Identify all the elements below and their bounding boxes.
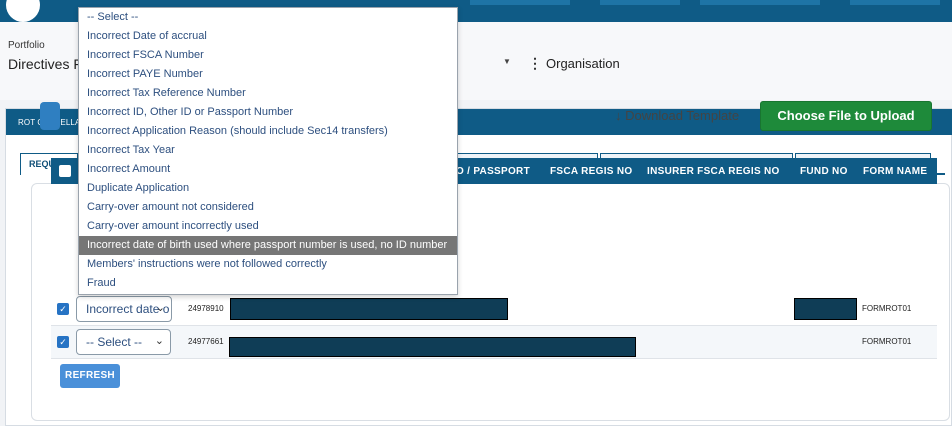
dropdown-option[interactable]: Incorrect PAYE Number [79,65,457,84]
reason-select-value: -- Select -- [86,335,143,349]
choose-file-upload-button[interactable]: Choose File to Upload [760,101,932,131]
download-template-link[interactable]: ↓ Download Template [615,108,739,123]
dropdown-option[interactable]: Incorrect Amount [79,160,457,179]
redacted-block [794,298,857,320]
dropdown-option[interactable]: -- Select -- [79,8,457,27]
portfolio-label: Portfolio [8,40,45,51]
col-header-form-name: FORM NAME [863,166,928,177]
action-button[interactable] [40,102,60,130]
dropdown-option[interactable]: Fraud [79,274,457,293]
dropdown-option-selected[interactable]: Incorrect date of birth used where passp… [79,236,457,255]
dropdown-option[interactable]: Carry-over amount incorrectly used [79,217,457,236]
row-form-name: FORMROT01 [862,337,912,346]
reason-dropdown-list: -- Select -- Incorrect Date of accrual I… [78,7,458,295]
dropdown-option[interactable]: Incorrect Date of accrual [79,27,457,46]
row-form-name: FORMROT01 [862,304,912,313]
organisation-label: Organisation [546,56,620,71]
dropdown-option[interactable]: Members' instructions were not followed … [79,255,457,274]
col-header-passport: O / PASSPORT [456,166,530,177]
chevron-down-icon: ⌄ [154,335,164,347]
col-header-insurer-fsca-regis-no: INSURER FSCA REGIS NO [647,166,780,177]
table-row: ✓ Incorrect date o ⌄ 24978910 FORMROT01 [51,293,937,326]
col-header-fund-no: FUND NO [800,166,848,177]
dropdown-option[interactable]: Incorrect ID, Other ID or Passport Numbe… [79,103,457,122]
dropdown-option[interactable]: Duplicate Application [79,179,457,198]
dropdown-option[interactable]: Incorrect Tax Reference Number [79,84,457,103]
row-checkbox[interactable]: ✓ [57,303,69,315]
dropdown-option[interactable]: Incorrect Tax Year [79,141,457,160]
refresh-button[interactable]: REFRESH [60,364,120,388]
dropdown-option[interactable]: Carry-over amount not considered [79,198,457,217]
row-checkbox[interactable]: ✓ [57,336,69,348]
reason-select[interactable]: -- Select -- ⌄ [76,329,171,355]
chevron-down-icon: ⌄ [155,302,165,314]
row-number: 24978910 [188,304,224,313]
app-logo[interactable] [6,0,40,22]
dropdown-option[interactable]: Incorrect FSCA Number [79,46,457,65]
table-row: ✓ -- Select -- ⌄ 24977661 FORMROT01 [51,326,937,359]
redacted-block [229,337,636,357]
kebab-menu-icon[interactable]: ⋮ [528,55,542,72]
caret-down-icon[interactable]: ▼ [503,57,511,66]
reason-select[interactable]: Incorrect date o ⌄ [76,296,172,322]
page: Portfolio Directives Fu ▼ ⋮ Organisation… [0,0,952,426]
row-number: 24977661 [188,337,224,346]
col-header-fsca-regis-no: FSCA REGIS NO [550,166,633,177]
select-all-checkbox[interactable] [59,165,71,177]
dropdown-option[interactable]: Incorrect Application Reason (should inc… [79,122,457,141]
redacted-block [230,298,508,320]
